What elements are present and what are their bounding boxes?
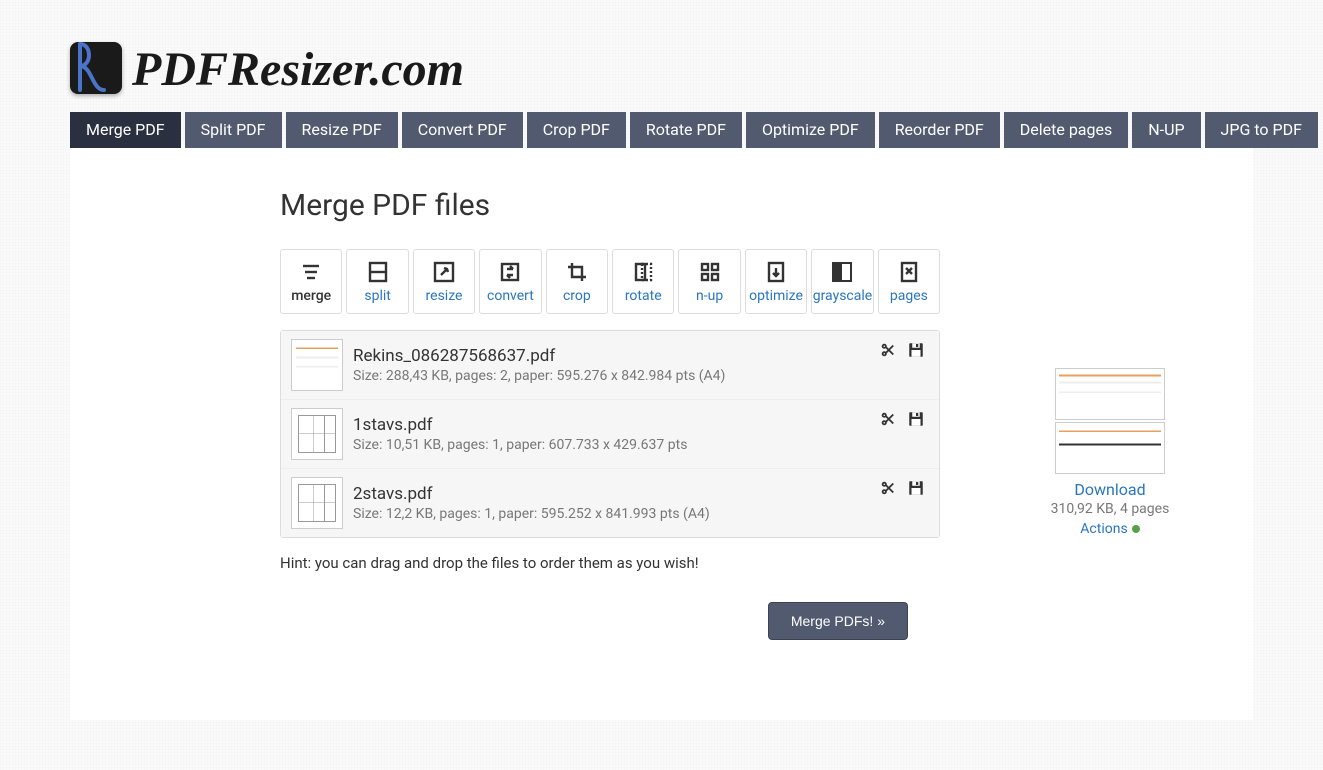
- file-actions: [879, 479, 925, 497]
- file-info: 1stavs.pdf Size: 10,51 KB, pages: 1, pape…: [353, 415, 929, 453]
- actions-label: Actions: [1080, 521, 1127, 537]
- file-info: 2stavs.pdf Size: 12,2 KB, pages: 1, paper…: [353, 484, 929, 522]
- resize-icon: [432, 259, 456, 285]
- grayscale-icon: [830, 259, 854, 285]
- save-icon[interactable]: [907, 479, 925, 497]
- convert-icon: [498, 259, 522, 285]
- hint-text: Hint: you can drag and drop the files to…: [280, 554, 940, 572]
- nav-item-optimize-pdf[interactable]: Optimize PDF: [746, 112, 875, 148]
- file-meta: Size: 288,43 KB, pages: 2, paper: 595.27…: [353, 368, 929, 384]
- save-icon[interactable]: [907, 410, 925, 428]
- tool-label: convert: [487, 288, 534, 304]
- scissors-icon[interactable]: [879, 410, 897, 428]
- nav-item-reorder-pdf[interactable]: Reorder PDF: [879, 112, 1000, 148]
- scissors-icon[interactable]: [879, 341, 897, 359]
- tool-optimize[interactable]: optimize: [745, 249, 807, 314]
- brand-name: PDFResizer.com: [132, 46, 464, 94]
- file-actions: [879, 410, 925, 428]
- actions-dot-icon: [1132, 525, 1140, 533]
- file-row[interactable]: 2stavs.pdf Size: 12,2 KB, pages: 1, paper…: [281, 469, 939, 537]
- crop-icon: [565, 259, 589, 285]
- tool-label: optimize: [749, 288, 803, 304]
- result-meta: 310,92 KB, 4 pages: [980, 501, 1240, 517]
- preview-page-1: [1055, 368, 1165, 420]
- tool-crop[interactable]: crop: [546, 249, 608, 314]
- merge-button[interactable]: Merge PDFs! »: [768, 602, 908, 640]
- merge-icon: [299, 259, 323, 285]
- pages-icon: [897, 259, 921, 285]
- tool-pages[interactable]: pages: [878, 249, 940, 314]
- nav-item-rotate-pdf[interactable]: Rotate PDF: [630, 112, 742, 148]
- file-meta: Size: 10,51 KB, pages: 1, paper: 607.733…: [353, 437, 929, 453]
- nav-item-merge-pdf[interactable]: Merge PDF: [70, 112, 181, 148]
- download-link[interactable]: Download: [980, 480, 1240, 499]
- nav-item-delete-pages[interactable]: Delete pages: [1004, 112, 1128, 148]
- nav-item-convert-pdf[interactable]: Convert PDF: [402, 112, 523, 148]
- tool-n-up[interactable]: n-up: [678, 249, 740, 314]
- optimize-icon: [764, 259, 788, 285]
- file-name: Rekins_086287568637.pdf: [353, 346, 929, 366]
- file-info: Rekins_086287568637.pdf Size: 288,43 KB, …: [353, 346, 929, 384]
- logo-icon: [70, 42, 122, 94]
- tool-resize[interactable]: resize: [413, 249, 475, 314]
- nav-item-jpg-to-pdf[interactable]: JPG to PDF: [1205, 112, 1318, 148]
- actions-link[interactable]: Actions: [1080, 521, 1139, 537]
- file-name: 2stavs.pdf: [353, 484, 929, 504]
- file-row[interactable]: 1stavs.pdf Size: 10,51 KB, pages: 1, pape…: [281, 400, 939, 469]
- file-meta: Size: 12,2 KB, pages: 1, paper: 595.252 …: [353, 506, 929, 522]
- nav-item-split-pdf[interactable]: Split PDF: [185, 112, 282, 148]
- result-panel: Download 310,92 KB, 4 pages Actions: [980, 188, 1240, 640]
- tool-label: grayscale: [813, 288, 872, 304]
- split-icon: [366, 259, 390, 285]
- file-actions: [879, 341, 925, 359]
- tool-rotate[interactable]: rotate: [612, 249, 674, 314]
- tool-label: crop: [563, 288, 591, 304]
- save-icon[interactable]: [907, 341, 925, 359]
- nav-item-crop-pdf[interactable]: Crop PDF: [527, 112, 626, 148]
- file-thumbnail: [291, 339, 343, 391]
- file-thumbnail: [291, 477, 343, 529]
- scissors-icon[interactable]: [879, 479, 897, 497]
- tool-convert[interactable]: convert: [479, 249, 541, 314]
- tool-label: split: [364, 288, 390, 304]
- tool-label: merge: [291, 288, 331, 304]
- tool-split[interactable]: split: [346, 249, 408, 314]
- tool-merge[interactable]: merge: [280, 249, 342, 314]
- page-title: Merge PDF files: [280, 188, 940, 223]
- tool-toolbar: merge split resize convert crop rotate n-up opt…: [280, 249, 940, 314]
- nav-item-resize-pdf[interactable]: Resize PDF: [286, 112, 398, 148]
- nup-icon: [698, 259, 722, 285]
- file-thumbnail: [291, 408, 343, 460]
- rotate-icon: [631, 259, 655, 285]
- preview-page-2: [1055, 422, 1165, 474]
- file-name: 1stavs.pdf: [353, 415, 929, 435]
- tool-grayscale[interactable]: grayscale: [811, 249, 873, 314]
- nav-item-n-up[interactable]: N-UP: [1132, 112, 1200, 148]
- result-preview[interactable]: [1055, 368, 1165, 474]
- tool-label: pages: [890, 288, 928, 304]
- header: PDFResizer.com: [0, 0, 1323, 112]
- tool-label: n-up: [696, 288, 723, 304]
- tool-label: rotate: [625, 288, 662, 304]
- main-nav: Merge PDFSplit PDFResize PDFConvert PDFC…: [0, 112, 1323, 148]
- file-row[interactable]: Rekins_086287568637.pdf Size: 288,43 KB, …: [281, 331, 939, 400]
- file-list: Rekins_086287568637.pdf Size: 288,43 KB, …: [280, 330, 940, 538]
- tool-label: resize: [426, 288, 463, 304]
